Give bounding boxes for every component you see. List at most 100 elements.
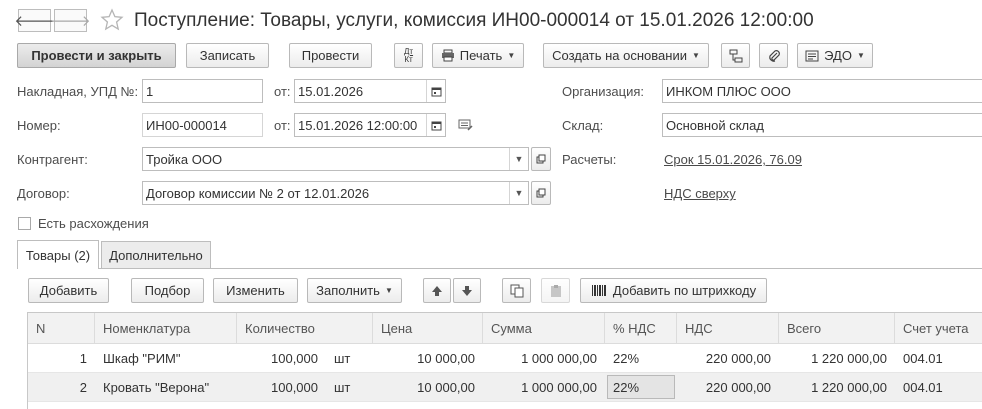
chevron-down-icon: ▼	[691, 51, 700, 60]
table-row[interactable]: 2 Кровать "Верона" 100,000 шт 10 000,00 …	[28, 373, 982, 402]
paperclip-icon	[767, 49, 781, 63]
copy-icon	[510, 284, 524, 298]
counterparty-value: Тройка ООО	[146, 151, 223, 167]
attach-button[interactable]	[759, 43, 788, 68]
cell-n: 2	[79, 379, 87, 395]
column-header-vat-rate[interactable]: % НДС	[605, 313, 677, 343]
post-button[interactable]: Провести	[289, 43, 372, 68]
barcode-icon	[591, 284, 607, 297]
cell-quantity: 100,000	[271, 379, 318, 395]
organization-field[interactable]: ИНКОМ ПЛЮС ООО	[662, 79, 982, 103]
copy-button[interactable]	[502, 278, 531, 303]
printer-icon	[441, 49, 455, 62]
open-icon	[536, 154, 546, 164]
cell-nomenclature: Шкаф "РИМ"	[103, 350, 181, 366]
column-header-account[interactable]: Счет учета	[895, 313, 982, 343]
cell-nomenclature: Кровать "Верона"	[103, 379, 210, 395]
cell-sum: 1 000 000,00	[521, 379, 597, 395]
calendar-icon[interactable]	[426, 114, 445, 136]
table-row[interactable]: 1 Шкаф "РИМ" 100,000 шт 10 000,00 1 000 …	[28, 344, 982, 373]
counterparty-field[interactable]: Тройка ООО ▼	[142, 147, 529, 171]
invoice-date-value: 15.01.2026	[298, 83, 364, 99]
cell-price: 10 000,00	[417, 379, 475, 395]
cell-sum: 1 000 000,00	[521, 350, 597, 366]
goods-table: N Номенклатура Количество Цена Сумма % Н…	[27, 312, 982, 409]
open-counterparty-button[interactable]	[531, 147, 551, 171]
column-header-price[interactable]: Цена	[373, 313, 483, 343]
from-label: от:	[274, 118, 291, 133]
calendar-icon[interactable]	[426, 80, 445, 102]
back-button[interactable]: 🡐	[14, 9, 55, 32]
column-header-quantity[interactable]: Количество	[237, 313, 373, 343]
save-button[interactable]: Записать	[186, 43, 269, 68]
move-up-button[interactable]	[423, 278, 451, 303]
tab-additional[interactable]: Дополнительно	[101, 241, 211, 268]
tab-goods[interactable]: Товары (2)	[17, 240, 99, 269]
column-header-total[interactable]: Всего	[779, 313, 895, 343]
discrepancies-checkbox[interactable]	[18, 217, 31, 230]
post-and-close-button[interactable]: Провести и закрыть	[17, 43, 176, 68]
table-header: N Номенклатура Количество Цена Сумма % Н…	[28, 313, 982, 344]
cell-unit: шт	[334, 350, 351, 366]
favorite-star-icon[interactable]	[100, 8, 126, 34]
add-by-barcode-button[interactable]: Добавить по штрихкоду	[580, 278, 767, 303]
document-number-field[interactable]: ИН00-000014	[142, 113, 263, 137]
settlements-link[interactable]: Срок 15.01.2026, 76.09	[664, 152, 802, 167]
warehouse-field[interactable]: Основной склад	[662, 113, 982, 137]
invoice-date-field[interactable]: 15.01.2026	[294, 79, 446, 103]
cell-vat: 220 000,00	[705, 350, 771, 366]
warehouse-label: Склад:	[562, 118, 604, 133]
vat-link[interactable]: НДС сверху	[664, 186, 736, 201]
arrow-left-icon: 🡐	[14, 13, 55, 30]
paste-icon	[549, 284, 563, 298]
fill-button[interactable]: Заполнить ▼	[307, 278, 402, 303]
edo-label: ЭДО	[824, 48, 852, 63]
column-header-n[interactable]: N	[28, 313, 95, 343]
contract-label: Договор:	[17, 186, 70, 201]
from-label: от:	[274, 84, 291, 99]
fill-label: Заполнить	[316, 283, 380, 298]
move-down-button[interactable]	[453, 278, 481, 303]
chevron-down-icon[interactable]: ▼	[509, 182, 528, 204]
contract-field[interactable]: Договор комиссии № 2 от 12.01.2026 ▼	[142, 181, 529, 205]
paste-button[interactable]	[541, 278, 570, 303]
add-by-barcode-label: Добавить по штрихкоду	[612, 283, 757, 298]
cell-vat-rate-wrapper[interactable]: 22%	[605, 373, 677, 401]
invoice-number-field[interactable]: 1	[142, 79, 263, 103]
cell-account: 004.01	[903, 350, 943, 366]
print-button[interactable]: Печать ▼	[432, 43, 524, 68]
open-contract-button[interactable]	[531, 181, 551, 205]
chevron-down-icon[interactable]: ▼	[509, 148, 528, 170]
chevron-down-icon: ▼	[856, 51, 865, 60]
forward-button[interactable]: 🡒	[50, 9, 91, 32]
cell-total: 1 220 000,00	[811, 350, 887, 366]
create-based-on-label: Создать на основании	[552, 48, 687, 63]
cell-unit: шт	[334, 379, 351, 395]
cell-n: 1	[79, 350, 87, 366]
settlements-label: Расчеты:	[562, 152, 617, 167]
hierarchy-icon	[729, 49, 743, 63]
number-label: Номер:	[17, 118, 61, 133]
edo-icon	[805, 50, 819, 62]
column-header-vat[interactable]: НДС	[677, 313, 779, 343]
page-title: Поступление: Товары, услуги, комиссия ИН…	[134, 10, 814, 31]
add-row-button[interactable]: Добавить	[28, 278, 109, 303]
structure-button[interactable]	[721, 43, 750, 68]
edo-button[interactable]: ЭДО ▼	[797, 43, 873, 68]
arrow-down-icon	[461, 285, 473, 297]
dt-kt-button[interactable]: Дт Кт	[394, 43, 423, 68]
create-based-on-button[interactable]: Создать на основании ▼	[543, 43, 709, 68]
document-datetime-field[interactable]: 15.01.2026 12:00:00	[294, 113, 446, 137]
organization-label: Организация:	[562, 84, 645, 99]
cell-price: 10 000,00	[417, 350, 475, 366]
column-header-nomenclature[interactable]: Номенклатура	[95, 313, 237, 343]
print-label: Печать	[459, 48, 503, 63]
edit-button[interactable]: Изменить	[213, 278, 298, 303]
pick-button[interactable]: Подбор	[131, 278, 204, 303]
column-header-sum[interactable]: Сумма	[483, 313, 605, 343]
arrow-up-icon	[431, 285, 443, 297]
comment-icon[interactable]	[458, 118, 474, 132]
cell-vat-rate: 22%	[613, 350, 640, 366]
cell-vat-rate[interactable]: 22%	[607, 375, 675, 399]
cell-vat: 220 000,00	[705, 379, 771, 395]
